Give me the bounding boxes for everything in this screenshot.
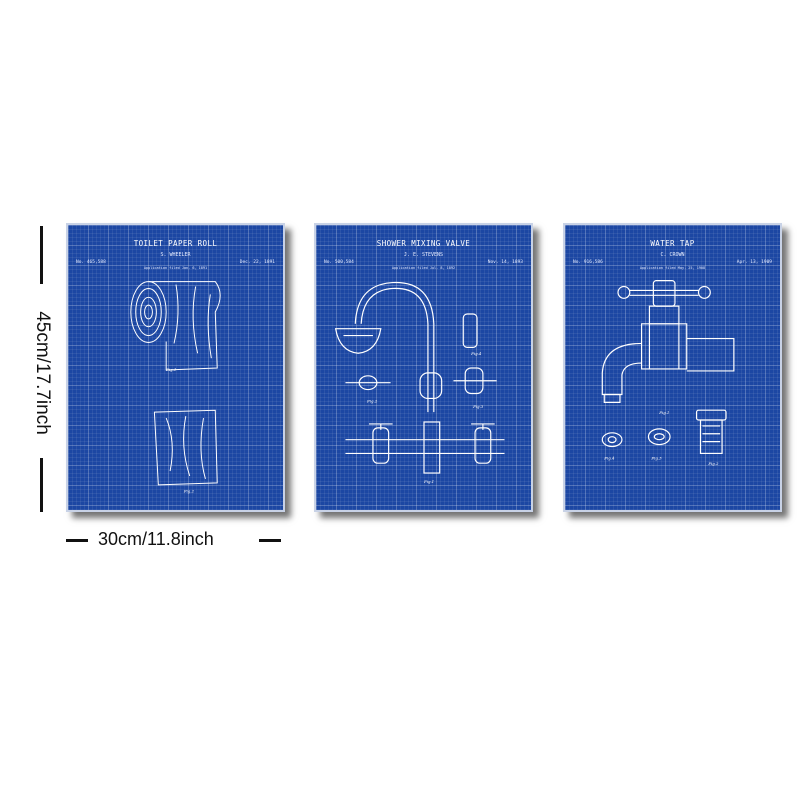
fig-2-label: Fig.2 bbox=[366, 398, 378, 403]
height-dimension-label: 45cm/17.7inch bbox=[32, 311, 53, 435]
fig-1-label: Fig.1 bbox=[658, 410, 669, 415]
fig-4-label: Fig.4 bbox=[603, 455, 615, 460]
blueprint-print-toilet-paper-roll: TOILET PAPER ROLL S. WHEELER No. 465,588… bbox=[66, 223, 285, 512]
fig-3-label: Fig.3 bbox=[650, 455, 662, 460]
height-dimension-bottom-line bbox=[40, 458, 43, 512]
width-dimension-left-line bbox=[66, 539, 88, 542]
width-dimension-right-line bbox=[259, 539, 281, 542]
blueprint-print-water-tap: WATER TAP C. CROWN No. 916,586 Applicati… bbox=[563, 223, 782, 512]
fig-1-label: Fig.1 bbox=[165, 367, 176, 372]
height-dimension-top-line bbox=[40, 226, 43, 284]
toilet-paper-drawing: Fig.1 Fig.2 bbox=[130, 281, 221, 494]
fig-1-label: Fig.1 bbox=[423, 479, 434, 484]
width-dimension-label: 30cm/11.8inch bbox=[98, 529, 214, 549]
shower-valve-drawing: Fig.1 Fig.2 Fig.3 Fig.4 bbox=[334, 281, 505, 484]
water-tap-drawing: Fig.1 Fig.2 Fig.3 Fig.4 bbox=[601, 280, 735, 466]
blueprint-print-shower-mixing-valve: SHOWER MIXING VALVE J. E. STEVENS No. 50… bbox=[314, 223, 533, 512]
fig-3-label: Fig.3 bbox=[472, 404, 484, 409]
fig-2-label: Fig.2 bbox=[707, 461, 719, 466]
fig-4-label: Fig.4 bbox=[470, 351, 482, 356]
fig-2-label: Fig.2 bbox=[183, 489, 195, 494]
